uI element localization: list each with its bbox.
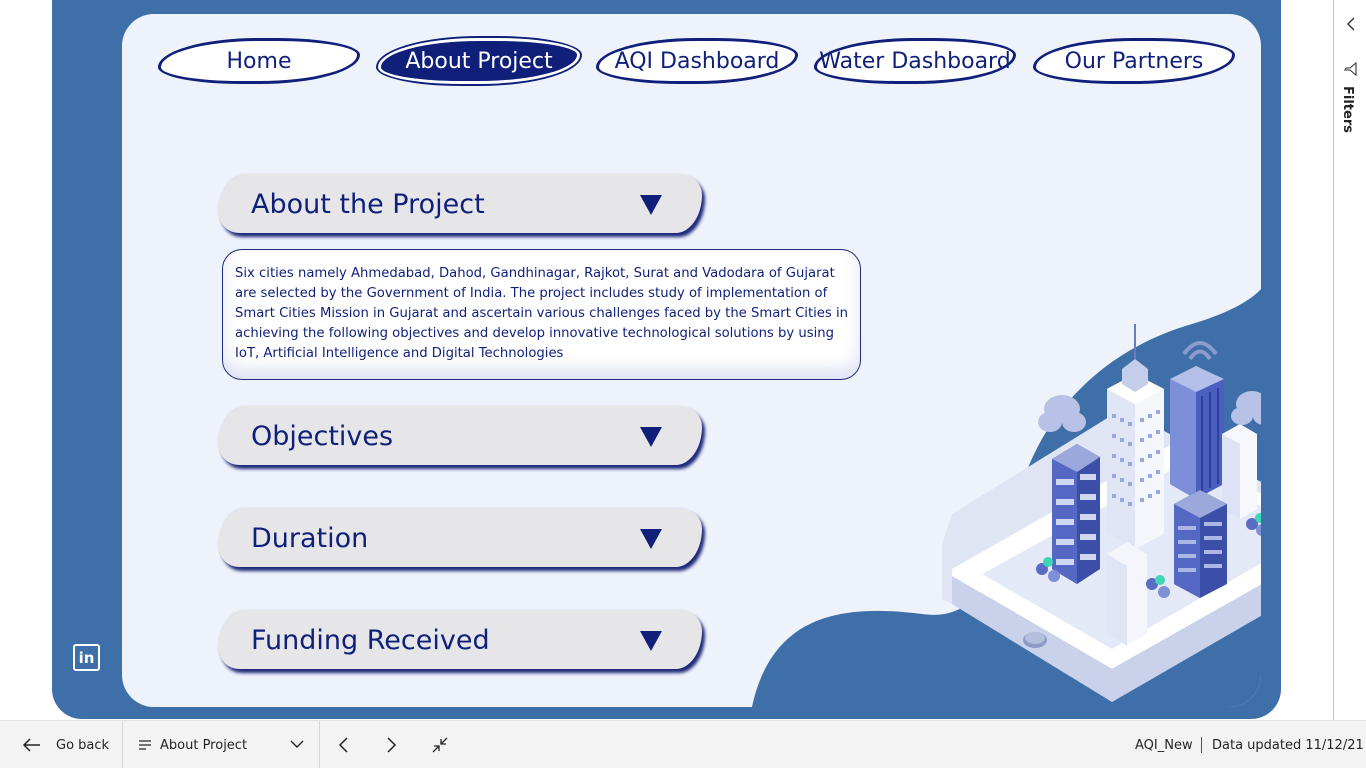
chevron-right-icon — [387, 737, 397, 753]
page-list-icon — [139, 740, 151, 750]
caret-down-icon — [640, 195, 662, 215]
filter-icon[interactable] — [1344, 62, 1358, 76]
divider — [122, 721, 123, 768]
linkedin-icon[interactable]: in — [73, 644, 100, 671]
caret-down-icon — [640, 427, 662, 447]
collapse-icon — [432, 737, 448, 753]
powerbi-report-viewer: Home About Project AQI Dashboard Water D… — [0, 0, 1366, 768]
caret-down-icon — [640, 631, 662, 651]
chevron-down-icon — [290, 740, 304, 748]
next-page-button[interactable] — [386, 721, 398, 768]
divider — [319, 721, 320, 768]
smart-city-illustration — [942, 324, 1261, 702]
accordion-duration[interactable]: Duration — [219, 509, 702, 567]
filters-label[interactable]: Filters — [1340, 86, 1355, 133]
divider — [1201, 737, 1202, 753]
caret-down-icon — [640, 529, 662, 549]
exit-fullscreen-button[interactable] — [431, 721, 449, 768]
report-canvas: Home About Project AQI Dashboard Water D… — [52, 0, 1281, 719]
project-description-text: Six cities namely Ahmedabad, Dahod, Gand… — [222, 249, 861, 380]
chevron-left-icon — [338, 737, 348, 753]
accordion-label: Funding Received — [251, 624, 490, 656]
go-back-label: Go back — [56, 737, 110, 753]
chevron-left-icon[interactable] — [1344, 16, 1358, 32]
dataset-name: AQI_New — [1135, 737, 1193, 753]
accordion-objectives[interactable]: Objectives — [219, 407, 702, 465]
previous-page-button[interactable] — [337, 721, 349, 768]
report-bottom-bar: Go back About Project AQI_New Data updat… — [0, 720, 1366, 768]
filters-pane: Filters — [1333, 0, 1366, 720]
arrow-left-icon — [22, 738, 40, 752]
accordion-funding-received[interactable]: Funding Received — [219, 611, 702, 669]
go-back-button[interactable]: Go back — [22, 721, 109, 768]
accordion-label: About the Project — [251, 188, 485, 220]
accordion-label: Objectives — [251, 420, 394, 452]
page-selector-dropdown[interactable]: About Project — [138, 721, 304, 768]
accordion-about-the-project[interactable]: About the Project — [219, 175, 702, 233]
page-selector-label: About Project — [160, 737, 248, 753]
data-updated-text: Data updated 11/12/21 — [1212, 737, 1364, 753]
accordion-label: Duration — [251, 522, 369, 554]
